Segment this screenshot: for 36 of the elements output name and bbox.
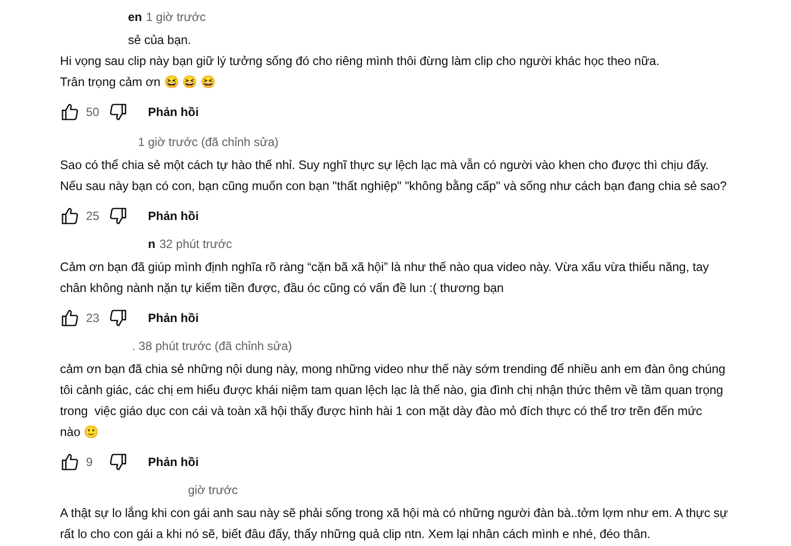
reply-button[interactable]: Phản hồi <box>134 105 199 119</box>
thumbs-up-icon <box>60 102 80 122</box>
comment-text: nào 🙂 <box>60 424 100 441</box>
reply-button[interactable]: Phản hồi <box>134 311 199 325</box>
like-count: 23 <box>86 311 100 325</box>
comment-text: Hi vọng sau clip này bạn giữ lý tưởng sống đó cho riêng mình thôi đừng làm clip cho người khác học theo nữa. <box>60 53 660 70</box>
thumbs-down-icon <box>108 452 128 472</box>
comment-time: giờ trước <box>188 483 238 497</box>
like-count: 25 <box>86 209 100 223</box>
comment-text: Trân trọng cảm ơn 😆 😆 😆 <box>60 74 216 91</box>
thumbs-up-icon <box>60 206 80 226</box>
comment-text: Nếu sau này bạn có con, bạn cũng muốn con bạn "thất nghiệp" "không bằng cấp" và sống như cách bạn đang chia sẻ sao? <box>60 178 728 195</box>
thumbs-up-icon <box>60 452 80 472</box>
comment-text: rất lo cho con gái a khi nó sẽ, biết đâu đấy, thấy những quả clip ntn. Xem lại nhân cách mình e nhé, đéo thân. <box>60 526 652 543</box>
comment-text: Cảm ơn bạn đã giúp mình định nghĩa rõ ràng “cặn bã xã hội” là như thế nào qua video này. Vừa xấu vừa thiểu năng, tay <box>60 259 710 276</box>
comment-time: 32 phút trước <box>159 237 232 251</box>
thumbs-up-icon <box>60 308 80 328</box>
author-name[interactable]: n <box>148 237 156 251</box>
comment-text: A thật sự lo lắng khi con gái anh sau này sẽ phải sống trong xã hội mà có những người đàn bà..tởm lợm như em. A thực sự <box>60 505 729 522</box>
reply-button[interactable]: Phản hồi <box>134 209 199 223</box>
comment-text: Sao có thể chia sẻ một cách tự hào thế nhỉ. Suy nghĩ thực sự lệch lạc mà vẫn có người vào khen cho được thì chịu đấy. <box>60 157 710 174</box>
thumbs-down-icon <box>108 206 128 226</box>
comment-text: cảm ơn bạn đã chia sẻ những nội dung này, mong những video như thế này sớm trending để nhiều anh em đàn ông chúng <box>60 361 726 378</box>
comment-text: tôi cảnh giác, các chị em hiểu được khái niệm tam quan lệch lạc là thế nào, gia đình chị nhận thức thêm về tầm quan trọng <box>60 382 724 399</box>
comment-text: chân không nành nặn tự kiếm tiền được, đầu óc cũng có vấn đề lun :( thương bạn <box>60 280 505 297</box>
comment-text: sẻ của bạn. <box>127 32 192 49</box>
comment-time: 1 giờ trước <box>146 10 206 24</box>
thumbs-down-icon <box>108 102 128 122</box>
thumbs-down-icon <box>108 308 128 328</box>
reply-button[interactable]: Phản hồi <box>134 455 199 469</box>
comment-time: . 38 phút trước (đã chỉnh sửa) <box>132 339 292 353</box>
author-name[interactable]: en <box>128 10 142 24</box>
comment-time: 1 giờ trước (đã chỉnh sửa) <box>138 135 279 149</box>
like-count: 9 <box>86 455 94 469</box>
comment-text: trong việc giáo dục con cái và toàn xã hội thấy được hình hài 1 con mặt dày đào mỏ đích thực có thể trơ trẽn đến mức <box>60 403 703 420</box>
like-count: 50 <box>86 105 100 119</box>
